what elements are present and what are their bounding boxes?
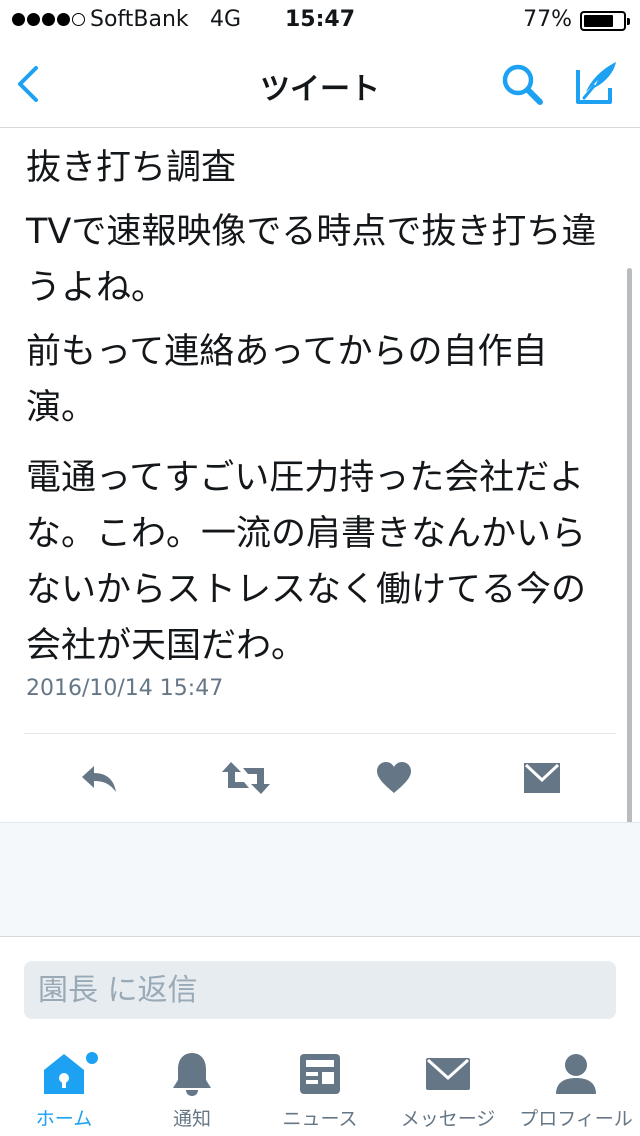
- replies-area: [0, 822, 640, 936]
- tweet-detail: 抜き打ち調査 TVで速報映像でる時点で抜き打ち違うよね。 前もって連絡あってから…: [0, 128, 640, 822]
- tweet-paragraph: TVで速報映像でる時点で抜き打ち違うよね。: [26, 212, 597, 308]
- tab-label: プロフィール: [519, 1108, 633, 1130]
- reply-button[interactable]: [70, 748, 130, 808]
- news-icon: [300, 1054, 340, 1094]
- tweet-timestamp: 2016/10/14 15:47: [26, 676, 224, 701]
- tab-label: ニュース: [282, 1108, 358, 1130]
- like-icon: [377, 762, 411, 793]
- compose-icon: [576, 62, 616, 104]
- tab-label: 通知: [172, 1108, 211, 1130]
- retweet-icon: [222, 762, 270, 794]
- like-button[interactable]: [364, 748, 424, 808]
- direct-message-button[interactable]: [512, 748, 572, 808]
- tab-messages[interactable]: メッセージ: [384, 1036, 512, 1136]
- notification-dot: [86, 1052, 98, 1064]
- reply-input[interactable]: [24, 961, 616, 1019]
- tab-bar: ホーム 通知 ニュース メッセージ プロフィール: [0, 1036, 640, 1136]
- reply-bar: [0, 936, 640, 1036]
- tab-label: ホーム: [35, 1108, 93, 1130]
- tweet-actions: [0, 748, 640, 808]
- navigation-bar: ツイート: [0, 40, 640, 128]
- divider: [24, 733, 616, 734]
- tweet-paragraph: 前もって連絡あってからの自作自演。: [26, 332, 548, 428]
- tweet-paragraph: 抜き打ち調査: [26, 148, 237, 188]
- retweet-button[interactable]: [216, 748, 276, 808]
- direct-message-icon: [524, 763, 560, 793]
- tweet-text: 抜き打ち調査 TVで速報映像でる時点で抜き打ち違うよね。 前もって連絡あってから…: [26, 140, 616, 682]
- bell-icon: [173, 1053, 211, 1096]
- tweet-paragraph: 電通ってすごい圧力持った会社だよな。こわ。一流の肩書きなんかいらないからストレス…: [26, 458, 587, 666]
- battery-percent: 77%: [523, 7, 572, 32]
- compose-button[interactable]: [570, 58, 622, 108]
- tab-news[interactable]: ニュース: [256, 1036, 384, 1136]
- search-button[interactable]: [498, 60, 546, 108]
- reply-icon: [82, 766, 116, 792]
- status-bar: SoftBank 4G 15:47 77%: [0, 0, 640, 40]
- envelope-icon: [426, 1058, 470, 1090]
- tab-profile[interactable]: プロフィール: [512, 1036, 640, 1136]
- profile-icon: [556, 1054, 596, 1094]
- search-icon: [502, 64, 543, 105]
- battery-icon: [580, 11, 630, 31]
- home-icon: [44, 1054, 84, 1094]
- tab-label: メッセージ: [400, 1108, 496, 1130]
- tab-home[interactable]: ホーム: [0, 1036, 128, 1136]
- tab-notifications[interactable]: 通知: [128, 1036, 256, 1136]
